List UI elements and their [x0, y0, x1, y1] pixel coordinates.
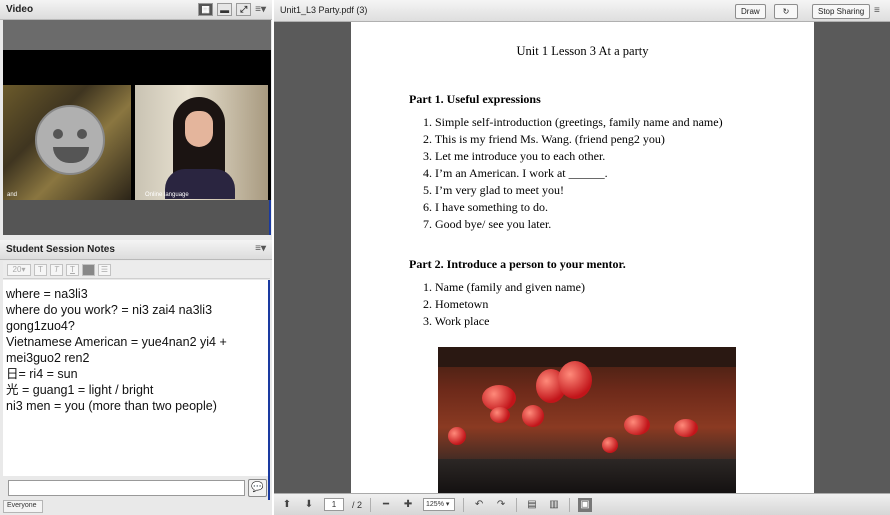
recipient-tab-everyone[interactable]: Everyone — [3, 500, 43, 513]
font-size-select[interactable]: 20 ▾ — [7, 263, 31, 276]
document-viewport[interactable]: Unit 1 Lesson 3 At a party Part 1. Usefu… — [274, 22, 890, 493]
part2-heading: Part 2. Introduce a person to your mento… — [409, 257, 626, 271]
party-photo — [438, 347, 736, 493]
video-top-bar — [3, 20, 271, 50]
zoom-value: 125% — [426, 501, 444, 508]
chat-input-row: 💬 — [3, 476, 270, 500]
divider — [569, 497, 571, 512]
document-menu-icon[interactable]: ≡ — [874, 5, 880, 16]
smiley-avatar-icon — [35, 105, 105, 175]
note-line: 日= ri4 = sun — [6, 367, 78, 381]
pdf-page: Unit 1 Lesson 3 At a party Part 1. Usefu… — [351, 22, 814, 493]
part2-list: 1. Name (family and given name) 2. Homet… — [423, 279, 585, 330]
crowd — [438, 459, 736, 493]
zoom-out-icon[interactable]: ━ — [379, 498, 393, 512]
part1-heading: Part 1. Useful expressions — [409, 92, 541, 106]
chat-input[interactable] — [8, 480, 245, 496]
divider — [463, 497, 465, 512]
note-line: where = na3li3 — [6, 287, 88, 301]
fullscreen-icon[interactable]: ⤢ — [236, 3, 252, 16]
font-size-value: 20 — [12, 265, 22, 274]
notes-text-area[interactable]: where = na3li3 where do you work? = ni3 … — [3, 280, 270, 476]
note-line: gong1zuo4? — [6, 319, 75, 333]
video-pod-title: Video — [6, 4, 34, 15]
note-line: mei3guo2 ren2 — [6, 351, 90, 365]
participant-video — [165, 97, 235, 199]
page-title: Unit 1 Lesson 3 At a party — [516, 44, 649, 58]
note-line: Vietnamese American = yue4nan2 yi4 + — [6, 335, 227, 349]
bullet-list-icon[interactable]: ☰ — [98, 263, 111, 276]
camera-feed-1[interactable]: and — [3, 85, 131, 200]
divider — [516, 497, 518, 512]
list-item: 1. Simple self-introduction (greetings, … — [423, 115, 723, 129]
list-item: 5. I’m very glad to meet you! — [423, 183, 564, 197]
sync-icon[interactable]: ↻ — [774, 4, 798, 19]
zoom-in-icon[interactable]: ✚ — [401, 498, 415, 512]
divider — [370, 497, 372, 512]
list-item: 2. This is my friend Ms. Wang. (friend p… — [423, 132, 665, 146]
page-up-icon[interactable]: ⬆ — [280, 498, 294, 512]
document-panel: Unit1_L3 Party.pdf (3) Draw ↻ Stop Shari… — [274, 0, 890, 515]
document-title: Unit1_L3 Party.pdf (3) — [280, 5, 368, 15]
zoom-select[interactable]: 125% ▾ — [423, 498, 456, 511]
notes-pod-header: Student Session Notes ≡▾ — [0, 240, 272, 260]
page-down-icon[interactable]: ⬇ — [302, 498, 316, 512]
filmstrip-view-icon[interactable]: ▬ — [217, 3, 233, 16]
stop-sharing-button[interactable]: Stop Sharing — [812, 4, 871, 19]
list-item: 3. Work place — [423, 314, 490, 328]
fit-width-icon[interactable]: ▤ — [525, 498, 539, 512]
app-root: Video ▦ ▬ ⤢ ≡▾ and Online language Stude… — [0, 0, 890, 515]
underline-icon[interactable]: T — [66, 263, 79, 276]
text-color-icon[interactable] — [82, 263, 95, 276]
video-area: and Online language — [3, 20, 271, 235]
note-line: where do you work? = ni3 zai4 na3li3 — [6, 303, 213, 317]
draw-button[interactable]: Draw — [735, 4, 766, 19]
left-panel: Video ▦ ▬ ⤢ ≡▾ and Online language Stude… — [0, 0, 272, 515]
list-item: 1. Name (family and given name) — [423, 280, 585, 294]
italic-icon[interactable]: T — [50, 263, 63, 276]
page-number-input[interactable]: 1 — [324, 498, 344, 511]
list-item: 3. Let me introduce you to each other. — [423, 149, 606, 163]
page-total: / 2 — [352, 499, 363, 510]
list-item: 7. Good bye/ see you later. — [423, 217, 552, 231]
pod-menu-icon[interactable]: ≡▾ — [255, 4, 266, 15]
camera-1-label: and — [7, 192, 18, 198]
document-footer-toolbar: ⬆ ⬇ 1 / 2 ━ ✚ 125% ▾ ↶ ↷ ▤ ▥ ▣ — [274, 493, 890, 515]
send-message-icon[interactable]: 💬 — [248, 479, 267, 497]
bold-icon[interactable]: T — [34, 263, 47, 276]
camera-feed-2[interactable]: Online language — [135, 85, 268, 200]
list-item: 4. I’m an American. I work at ______. — [423, 166, 608, 180]
rotate-right-icon[interactable]: ↷ — [494, 498, 508, 512]
camera-2-label: Online language — [145, 192, 189, 198]
notes-menu-icon[interactable]: ≡▾ — [255, 243, 266, 254]
rotate-left-icon[interactable]: ↶ — [472, 498, 486, 512]
notes-format-toolbar: 20 ▾ T T T ☰ — [3, 261, 270, 279]
notes-pod-tools: ≡▾ — [255, 243, 266, 254]
sync-view-icon[interactable]: ▣ — [578, 497, 593, 512]
list-item: 2. Hometown — [423, 297, 489, 311]
list-item: 6. I have something to do. — [423, 200, 548, 214]
grid-view-icon[interactable]: ▦ — [198, 3, 214, 16]
document-header: Unit1_L3 Party.pdf (3) Draw ↻ Stop Shari… — [274, 0, 890, 22]
video-pod-header: Video ▦ ▬ ⤢ ≡▾ — [0, 0, 272, 20]
video-pod-tools: ▦ ▬ ⤢ ≡▾ — [198, 3, 266, 16]
fit-page-icon[interactable]: ▥ — [547, 498, 561, 512]
notes-pod-title: Student Session Notes — [6, 244, 115, 255]
part1-list: 1. Simple self-introduction (greetings, … — [423, 114, 723, 233]
note-line: 光 = guang1 = light / bright — [6, 383, 154, 397]
note-line: ni3 men = you (more than two people) — [6, 399, 217, 413]
